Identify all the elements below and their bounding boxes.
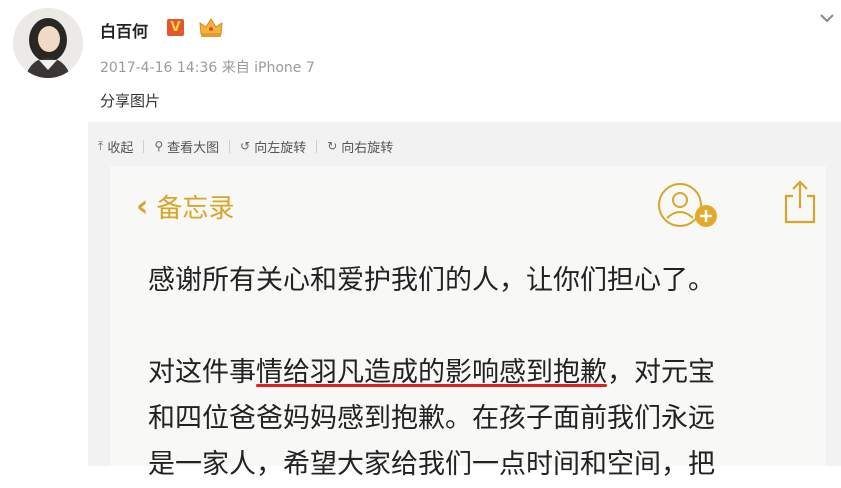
rotate-right-icon: ↻ xyxy=(327,139,338,153)
memo-paragraph-2: 对这件事情给羽凡造成的影响感到抱歉，对元宝 和四位爸爸妈妈感到抱歉。在孩子面前我… xyxy=(148,350,818,488)
weibo-post-header: 白百何 V 2017-4-16 14:36 来自 iPhone 7 分享图片 xyxy=(0,0,841,122)
collapse-label: 收起 xyxy=(107,140,134,156)
collapse-button[interactable]: ⤒ 收起 xyxy=(88,137,143,156)
view-large-label: 查看大图 xyxy=(167,140,220,156)
add-person-icon xyxy=(658,183,717,227)
post-source: 来自 iPhone 7 xyxy=(221,60,315,76)
rotate-right-button[interactable]: ↻ 向右旋转 xyxy=(317,137,403,156)
rotate-right-label: 向右旋转 xyxy=(341,140,394,156)
post-meta: 2017-4-16 14:36 来自 iPhone 7 xyxy=(100,57,315,77)
username[interactable]: 白百何 xyxy=(100,18,148,42)
memo-text: ，对元宝 xyxy=(607,357,715,388)
image-toolbar: ⤒ 收起 ⚲ 查看大图 ↺ 向左旋转 ↻ 向右旋转 xyxy=(88,134,841,158)
verified-v-badge-icon: V xyxy=(167,19,184,36)
rotate-left-label: 向左旋转 xyxy=(254,140,307,156)
crown-icon xyxy=(199,18,223,37)
memo-line: 感谢所有关心和爱护我们的人，让你们担心了。 xyxy=(148,265,715,296)
memo-line: 对这件事情给羽凡造成的影响感到抱歉，对元宝 xyxy=(148,350,818,396)
memo-line: 是一家人，希望大家给我们一点时间和空间，把 xyxy=(148,449,715,480)
memo-text: 对这件事 xyxy=(148,357,256,388)
shared-image[interactable]: ‹ 备忘录 感谢所有关心和爱护我们的人，让你们担心了。 对这件事情给羽凡造成的影… xyxy=(110,166,826,480)
memo-line: 和四位爸爸妈妈感到抱歉。在孩子面前我们永远 xyxy=(148,403,715,434)
chevron-down-icon[interactable] xyxy=(819,12,835,24)
memo-paragraph-1: 感谢所有关心和爱护我们的人，让你们担心了。 xyxy=(148,258,818,304)
underlined-text: 情给羽凡造成的影响感到抱歉 xyxy=(256,357,607,388)
memo-title: 备忘录 xyxy=(156,194,235,224)
chevron-left-icon: ‹ xyxy=(136,189,149,224)
view-large-button[interactable]: ⚲ 查看大图 xyxy=(144,137,229,156)
image-viewer-panel: ⤒ 收起 ⚲ 查看大图 ↺ 向左旋转 ↻ 向右旋转 ‹ 备忘录 感谢所有关心和爱… xyxy=(88,122,841,480)
collapse-up-icon: ⤒ xyxy=(98,138,104,153)
rotate-left-icon: ↺ xyxy=(240,139,251,153)
post-text: 分享图片 xyxy=(100,92,161,110)
memo-back-button: ‹ 备忘录 xyxy=(136,188,234,225)
search-icon: ⚲ xyxy=(154,139,164,153)
share-icon xyxy=(784,180,816,224)
post-timestamp[interactable]: 2017-4-16 14:36 xyxy=(100,60,217,76)
avatar[interactable] xyxy=(13,8,83,78)
rotate-left-button[interactable]: ↺ 向左旋转 xyxy=(230,137,316,156)
